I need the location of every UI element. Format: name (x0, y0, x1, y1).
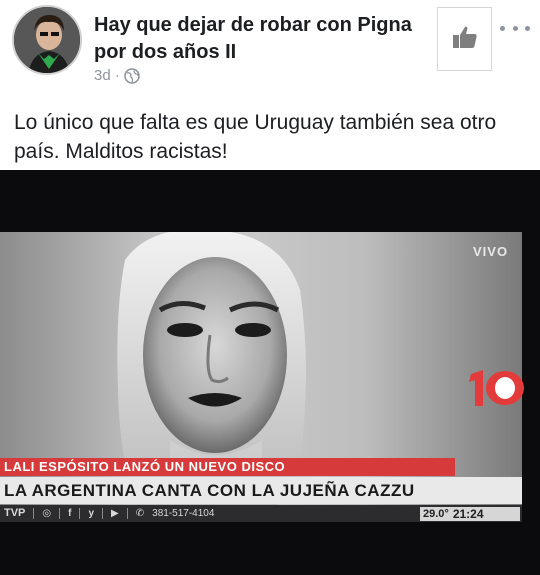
youtube-icon: ▶ (111, 508, 119, 519)
temperature-time: 29.0° 21:24 (420, 507, 520, 521)
post-timestamp[interactable]: 3d (94, 67, 111, 84)
post-header: Hay que dejar de robar con Pigna por dos… (0, 0, 540, 92)
whatsapp-icon: ✆ (135, 508, 145, 519)
like-button[interactable] (437, 7, 492, 71)
globe-icon (123, 67, 140, 84)
ticker-temperature: 29.0° (423, 508, 449, 520)
meta-separator: · (114, 67, 120, 84)
ticker-time: 21:24 (452, 507, 484, 521)
ticker-brand: TVP (4, 507, 26, 519)
more-options-button[interactable] (500, 18, 530, 38)
group-title[interactable]: Hay que dejar de robar con Pigna por dos… (94, 12, 424, 66)
group-avatar[interactable] (12, 5, 82, 75)
thumbs-up-icon (452, 25, 478, 54)
lower-third-headline: LALI ESPÓSITO LANZÓ UN NUEVO DISCO (0, 458, 455, 476)
live-label: VIVO (473, 244, 509, 259)
ticker-phone: 381-517-4104 (152, 508, 215, 519)
channel-logo (467, 368, 529, 412)
facebook-icon: f (68, 508, 72, 519)
more-options-icon (500, 25, 505, 31)
post-text: Lo único que falta es que Uruguay tambié… (14, 111, 497, 163)
instagram-icon: ◎ (42, 508, 52, 519)
lower-third-main: LA ARGENTINA CANTA CON LA JUJEÑA CAZZU (0, 477, 522, 504)
post-meta: 3d · (94, 67, 140, 84)
twitter-icon: y (88, 508, 95, 519)
